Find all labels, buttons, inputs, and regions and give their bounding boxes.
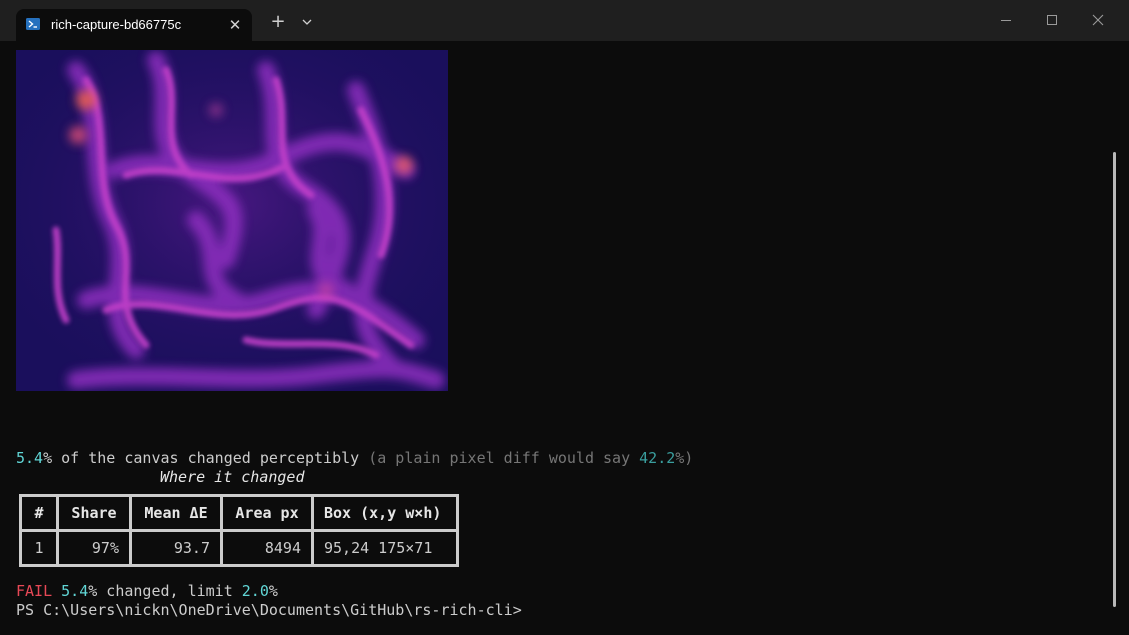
diff-heatmap-image	[16, 50, 448, 391]
summary-text: % of the canvas changed perceptibly	[43, 449, 369, 467]
tab-active[interactable]: rich-capture-bd66775c ✕	[16, 9, 252, 41]
title-bar: rich-capture-bd66775c ✕ +	[0, 0, 1129, 41]
pixel-diff-percent: 42.2	[639, 449, 676, 467]
regions-table: # Share Mean ΔE Area px Box (x,y w×h) 1 …	[19, 494, 459, 567]
close-icon[interactable]: ✕	[226, 16, 244, 34]
window-close-icon[interactable]	[1088, 10, 1108, 30]
header-index: #	[19, 494, 59, 532]
summary-line: 5.4% of the canvas changed perceptibly (…	[16, 449, 693, 467]
table-row: 1 97% 93.7 8494 95,24 175×71	[19, 529, 459, 567]
result-suffix: %	[268, 582, 278, 600]
table-title: Where it changed	[160, 468, 305, 486]
terminal-window: rich-capture-bd66775c ✕ + 5.4% of the ca…	[0, 0, 1129, 635]
minimize-icon[interactable]	[996, 10, 1016, 30]
fail-status: FAIL	[16, 582, 53, 600]
maximize-icon[interactable]	[1042, 10, 1062, 30]
changed-percent: 5.4	[16, 449, 44, 467]
tab-title: rich-capture-bd66775c	[51, 17, 182, 32]
plus-icon[interactable]: +	[268, 12, 288, 32]
header-share: Share	[56, 494, 132, 532]
limit-percent: 2.0	[241, 582, 269, 600]
result-line: FAIL 5.4% changed, limit 2.0%	[16, 582, 278, 600]
result-changed-percent: 5.4	[61, 582, 89, 600]
header-area: Area px	[220, 494, 314, 532]
powershell-icon	[26, 18, 40, 30]
chevron-down-icon[interactable]	[298, 12, 316, 32]
scrollbar[interactable]	[1113, 152, 1116, 607]
summary-paren-open: (a plain pixel diff would say	[368, 449, 640, 467]
summary-paren-close: %)	[675, 449, 694, 467]
shell-prompt[interactable]: PS C:\Users\nickn\OneDrive\Documents\Git…	[16, 601, 522, 619]
table-header-row: # Share Mean ΔE Area px Box (x,y w×h)	[19, 494, 459, 532]
header-mean-delta-e: Mean ΔE	[129, 494, 223, 532]
cell-share: 97%	[56, 529, 132, 567]
result-text: % changed, limit	[88, 582, 242, 600]
header-box: Box (x,y w×h)	[311, 494, 459, 532]
cell-area: 8494	[220, 529, 314, 567]
cell-mean-delta-e: 93.7	[129, 529, 223, 567]
cell-index: 1	[19, 529, 59, 567]
cell-box: 95,24 175×71	[311, 529, 459, 567]
terminal-content[interactable]: 5.4% of the canvas changed perceptibly (…	[0, 41, 1129, 635]
